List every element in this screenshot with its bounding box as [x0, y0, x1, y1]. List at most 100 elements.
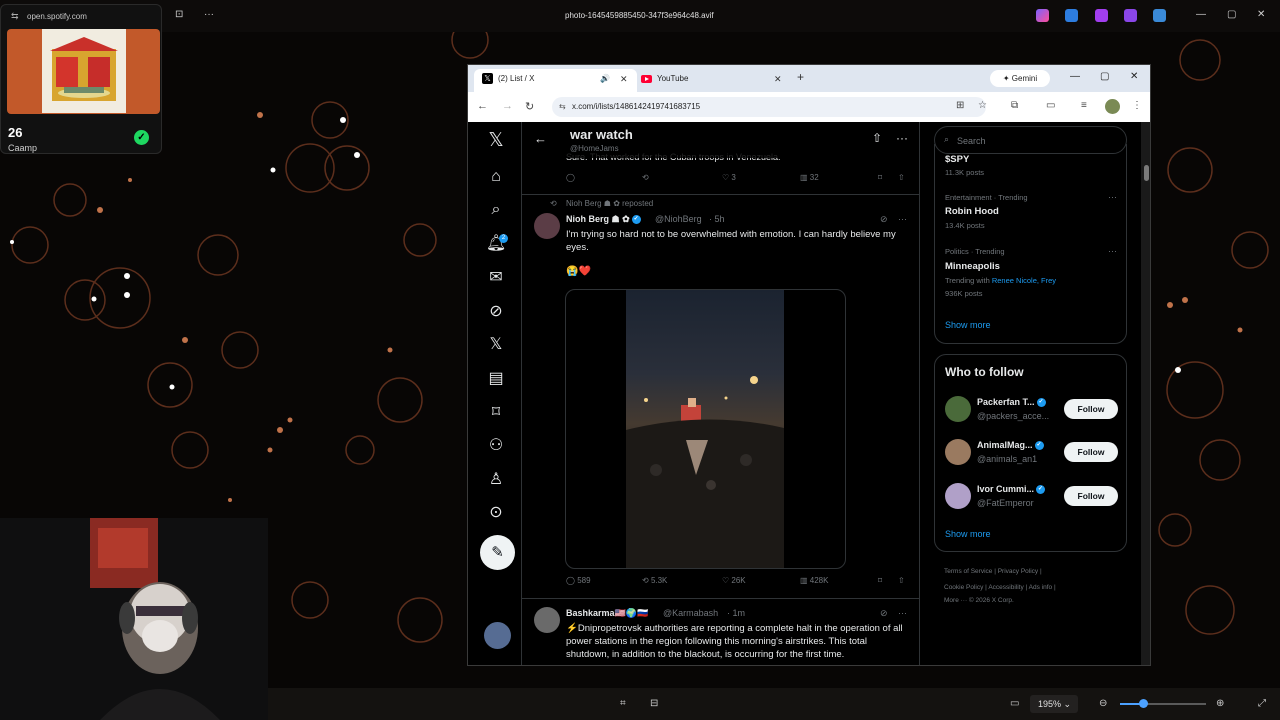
search-input[interactable]: ⌕ Search — [934, 126, 1127, 154]
close-icon[interactable]: ✕ — [1257, 9, 1265, 20]
views-button[interactable]: ▥ 428K — [800, 576, 828, 585]
browser-menu-icon[interactable]: ⋮ — [1132, 100, 1142, 111]
share-icon[interactable]: ⇧ — [898, 576, 905, 585]
trend-title[interactable]: Robin Hood — [945, 206, 999, 217]
like-button[interactable]: ♡ 26K — [722, 576, 746, 585]
new-tab-icon[interactable]: + — [797, 70, 804, 84]
zoom-level-select[interactable]: 195% ⌄ — [1030, 695, 1078, 713]
edit-app-icon[interactable] — [1065, 9, 1078, 22]
list-owner-handle[interactable]: @HomeJams — [570, 144, 619, 153]
account-avatar[interactable] — [484, 622, 511, 649]
follow-avatar[interactable] — [945, 483, 971, 509]
profile-icon[interactable]: ♙ — [485, 469, 507, 491]
url-field[interactable]: ⇆ x.com/i/lists/1486142419741683715 — [552, 97, 986, 117]
premium-x-icon[interactable]: 𝕏 — [485, 334, 507, 356]
repost-button[interactable]: ⟲ 5.3K — [642, 576, 667, 585]
more-circle-icon[interactable]: ⊙ — [485, 502, 507, 524]
post-more-icon[interactable]: ··· — [898, 608, 907, 618]
home-icon[interactable]: ⌂ — [485, 166, 507, 188]
tab-youtube[interactable]: YouTube ✕ — [633, 69, 791, 92]
messages-mail-icon[interactable]: ✉ — [485, 267, 507, 289]
forward-icon[interactable]: → — [502, 100, 513, 112]
maximize-icon[interactable]: ▢ — [1100, 71, 1109, 82]
follow-avatar[interactable] — [945, 439, 971, 465]
gallery-icon[interactable]: ⊡ — [175, 9, 183, 20]
trend-title[interactable]: $SPY — [945, 154, 969, 165]
trends-show-more-link[interactable]: Show more — [945, 320, 991, 330]
grok-post-icon[interactable]: ⊘ — [880, 214, 888, 225]
trend-more-icon[interactable]: ··· — [1108, 246, 1117, 256]
install-app-icon[interactable]: ⊞ — [956, 100, 964, 111]
bookmark-star-icon[interactable]: ☆ — [978, 100, 987, 111]
more-options-icon[interactable]: ··· — [896, 131, 908, 145]
artist-name[interactable]: Caamp — [8, 143, 37, 153]
post-time[interactable]: · 5h — [709, 214, 725, 224]
trending-with-links[interactable]: Renee Nicole, Frey — [992, 276, 1056, 285]
scrollbar-thumb[interactable] — [1144, 165, 1149, 181]
trend-title[interactable]: Minneapolis — [945, 261, 1000, 272]
back-arrow-icon[interactable]: ← — [534, 131, 547, 146]
author-handle[interactable]: @NiohBerg — [655, 214, 702, 224]
share-icon[interactable]: ⇧ — [872, 131, 882, 145]
designer-app-icon[interactable] — [1095, 9, 1108, 22]
bookmark-icon[interactable]: ⌑ — [878, 173, 882, 182]
footer-links-row2[interactable]: Cookie Policy | Accessibility | Ads info… — [944, 584, 1056, 591]
zoom-slider-knob[interactable] — [1139, 699, 1148, 708]
reply-icon[interactable]: ◯ — [566, 173, 575, 182]
zoom-in-icon[interactable]: ⊕ — [1216, 698, 1224, 709]
cloud-icon[interactable] — [1153, 9, 1166, 22]
close-icon[interactable]: ✕ — [1130, 71, 1138, 82]
more-options-icon[interactable]: ··· — [204, 9, 214, 20]
crop-icon[interactable]: ⌗ — [620, 698, 626, 709]
like-button[interactable]: ♡ 3 — [722, 173, 736, 182]
post-video[interactable] — [565, 289, 846, 569]
site-settings-icon[interactable]: ⇆ — [11, 11, 19, 22]
extensions-icon[interactable]: ⧉ — [1011, 100, 1018, 111]
repost-icon[interactable]: ⟲ — [642, 173, 649, 182]
who-to-follow-show-more-link[interactable]: Show more — [945, 529, 991, 539]
reading-list-icon[interactable]: ≡ — [1081, 100, 1087, 111]
author-name[interactable]: Nioh Berg ☗ ✿ ✓ — [566, 214, 641, 225]
post-time[interactable]: · 1m — [727, 608, 745, 618]
clipchamp-icon[interactable] — [1124, 9, 1137, 22]
page-scrollbar[interactable] — [1141, 122, 1150, 665]
follow-name[interactable]: AnimalMag... ✓ — [977, 440, 1044, 451]
fit-screen-icon[interactable]: ▭ — [1010, 698, 1019, 709]
repost-label[interactable]: Nioh Berg ☗ ✿ reposted — [566, 199, 653, 208]
explore-search-icon[interactable]: ⌕ — [485, 199, 507, 221]
trend-more-icon[interactable]: ··· — [1108, 192, 1117, 202]
reload-icon[interactable]: ↻ — [525, 100, 534, 113]
profile-avatar[interactable] — [1105, 99, 1120, 114]
gemini-button[interactable]: ✦ Gemini — [990, 70, 1050, 87]
maximize-icon[interactable]: ▢ — [1227, 9, 1236, 20]
minimize-icon[interactable]: — — [1070, 71, 1080, 82]
author-avatar[interactable] — [534, 213, 560, 239]
author-name[interactable]: Bashkarma🇺🇸🌍🇷🇺 — [566, 608, 648, 619]
fullscreen-icon[interactable]: ⤢ — [1258, 698, 1266, 709]
follow-button[interactable]: Follow — [1064, 399, 1118, 419]
follow-button[interactable]: Follow — [1064, 442, 1118, 462]
follow-button[interactable]: Follow — [1064, 486, 1118, 506]
tab-close-icon[interactable]: ✕ — [620, 69, 628, 89]
speaker-icon[interactable]: 🔊 — [600, 69, 610, 89]
tab-close-icon[interactable]: ✕ — [774, 69, 782, 89]
copilot-icon[interactable] — [1036, 9, 1049, 22]
reply-button[interactable]: ◯ 589 — [566, 576, 591, 585]
zoom-out-icon[interactable]: ⊖ — [1099, 698, 1107, 709]
communities-icon[interactable]: ⚇ — [485, 435, 507, 457]
video-player[interactable] — [626, 290, 784, 568]
check-icon[interactable]: ✓ — [134, 130, 149, 145]
spotify-miniplayer[interactable]: ⇆ open.spotify.com 26 Caamp ✓ — [0, 4, 162, 154]
follow-avatar[interactable] — [945, 396, 971, 422]
footer-links-row3[interactable]: More ··· © 2026 X Corp. — [944, 597, 1014, 604]
footer-links-row1[interactable]: Terms of Service | Privacy Policy | — [944, 568, 1042, 575]
views-button[interactable]: ▥ 32 — [800, 173, 819, 182]
bookmark-icon[interactable]: ⌑ — [878, 576, 882, 585]
author-avatar[interactable] — [534, 607, 560, 633]
adjust-icon[interactable]: ⊟ — [650, 698, 658, 709]
grok-post-icon[interactable]: ⊘ — [880, 608, 888, 619]
follow-name[interactable]: Packerfan T... ✓ — [977, 397, 1046, 408]
tab-x-list[interactable]: 𝕏 (2) List / X 🔊 ✕ — [474, 69, 637, 92]
follow-name[interactable]: Ivor Cummi... ✓ — [977, 484, 1046, 495]
back-icon[interactable]: ← — [477, 100, 488, 112]
